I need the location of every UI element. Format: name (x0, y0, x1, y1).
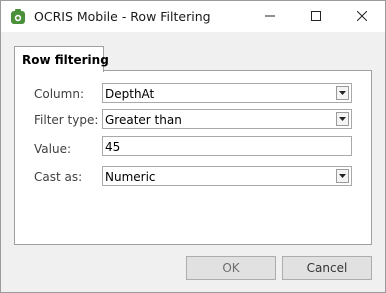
ocris-app-icon (10, 8, 26, 25)
ok-button[interactable]: OK (186, 256, 276, 280)
value-input[interactable]: 45 (102, 136, 352, 156)
chevron-down-icon[interactable] (336, 112, 349, 126)
column-select-value: DepthAt (105, 87, 155, 101)
filter-type-select[interactable]: Greater than (102, 109, 352, 129)
title-bar[interactable]: OCRIS Mobile - Row Filtering (1, 1, 385, 32)
cast-as-label: Cast as: (34, 170, 83, 184)
filter-type-label: Filter type: (34, 113, 99, 127)
chevron-down-icon[interactable] (336, 86, 349, 100)
minimize-button[interactable] (247, 1, 293, 32)
value-input-text: 45 (105, 140, 121, 154)
filter-type-select-value: Greater than (105, 113, 182, 127)
column-select[interactable]: DepthAt (102, 83, 352, 103)
value-label: Value: (34, 142, 71, 156)
row-filtering-panel: Column: DepthAt Filter type: Greater tha… (14, 70, 372, 245)
maximize-button[interactable] (293, 1, 339, 32)
window-title: OCRIS Mobile - Row Filtering (34, 9, 211, 24)
chevron-down-icon[interactable] (336, 169, 349, 183)
cast-as-select[interactable]: Numeric (102, 166, 352, 186)
maximize-icon (311, 10, 321, 24)
close-icon (356, 10, 368, 24)
column-label: Column: (34, 87, 84, 101)
minimize-icon (265, 10, 275, 24)
tab-row-filtering[interactable]: Row filtering (14, 46, 109, 72)
dialog-window: OCRIS Mobile - Row Filtering Row filteri… (0, 0, 386, 293)
cancel-button[interactable]: Cancel (282, 256, 372, 280)
close-button[interactable] (339, 1, 385, 32)
cast-as-select-value: Numeric (105, 170, 156, 184)
tab-label: Row filtering (22, 53, 109, 67)
